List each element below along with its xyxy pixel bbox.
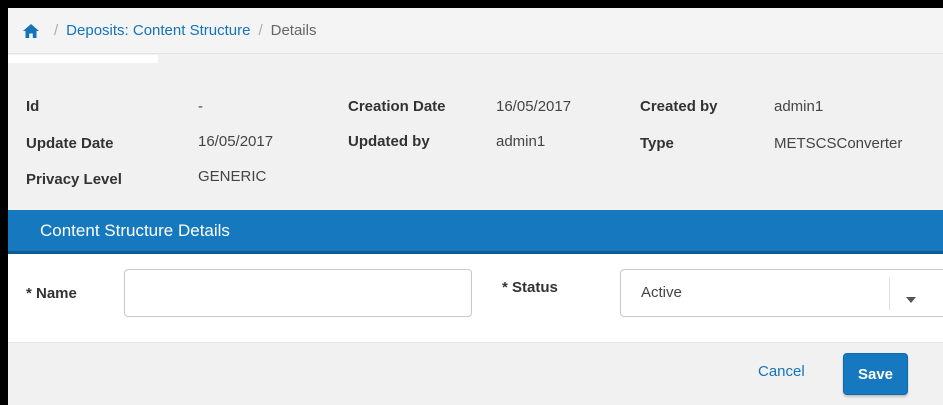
name-input[interactable] [124,269,472,317]
status-label: * Status [502,279,558,296]
type-value: METSCSConverter [774,135,903,152]
created-by-value: admin1 [774,98,824,115]
cancel-button[interactable]: Cancel [758,363,805,380]
id-value: - [198,98,203,115]
type-label: Type [640,135,674,152]
breadcrumb: / Deposits: Content Structure / Details [8,8,943,54]
record-metadata: Id - Creation Date 16/05/2017 Created by… [8,63,943,188]
privacy-level-value: GENERIC [198,168,267,185]
breadcrumb-separator: / [258,22,263,39]
breadcrumb-separator: / [54,22,59,39]
updated-by-value: admin1 [496,133,546,150]
updated-by-label: Updated by [348,133,430,150]
status-selected-value: Active [641,284,682,301]
status-select[interactable]: Active [620,269,943,317]
breadcrumb-deposits-content-structure[interactable]: Deposits: Content Structure [66,22,250,39]
caret-down-icon[interactable] [906,290,916,303]
content-structure-form: * Name * Status Active [8,254,943,342]
update-date-label: Update Date [26,135,114,152]
breadcrumb-details: Details [270,22,317,39]
created-by-label: Created by [640,98,718,115]
header-tab-indicator [8,55,158,63]
privacy-level-label: Privacy Level [26,171,122,188]
creation-date-value: 16/05/2017 [496,98,572,115]
details-page: / Deposits: Content Structure / Details … [8,8,943,405]
id-label: Id [26,98,40,115]
save-button[interactable]: Save [843,353,908,395]
update-date-value: 16/05/2017 [198,133,274,150]
form-actions: Cancel Save [8,342,943,405]
section-header: Content Structure Details [8,210,943,254]
home-icon[interactable] [22,23,40,39]
section-title: Content Structure Details [40,220,230,240]
creation-date-label: Creation Date [348,98,446,115]
select-divider [889,278,890,310]
name-label: * Name [26,285,77,302]
